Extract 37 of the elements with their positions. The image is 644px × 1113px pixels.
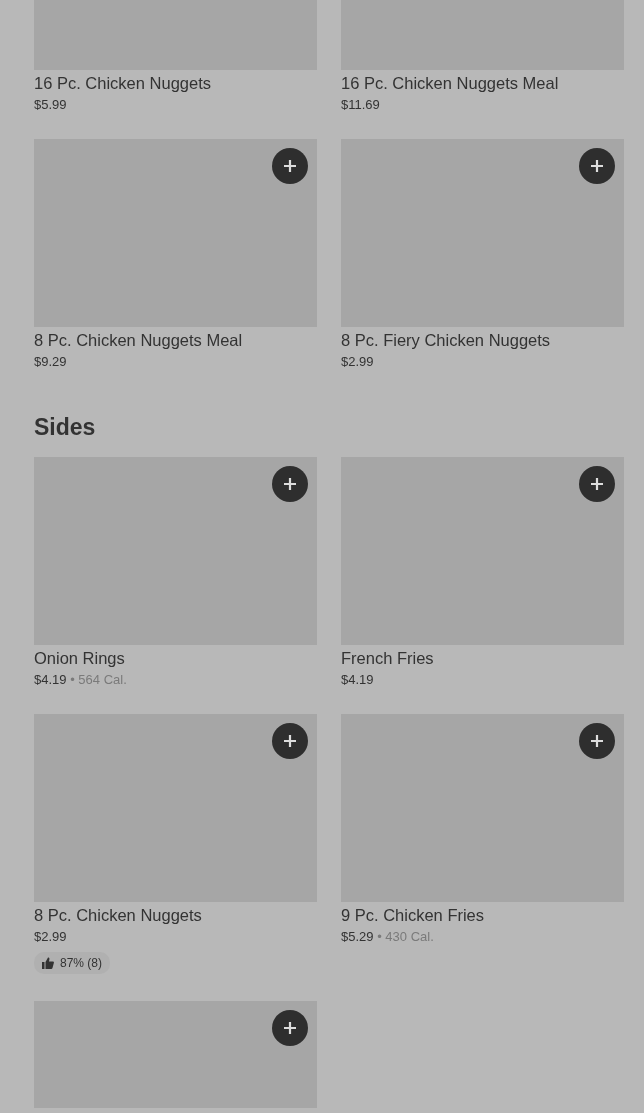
add-button[interactable] xyxy=(579,148,615,184)
item-price: $5.29 xyxy=(341,929,374,944)
item-name: 16 Pc. Chicken Nuggets Meal xyxy=(341,73,560,94)
add-button[interactable] xyxy=(272,723,308,759)
item-price: $11.69 xyxy=(341,97,380,112)
plus-icon xyxy=(590,159,604,173)
item-name: 8 Pc. Chicken Nuggets Meal xyxy=(34,330,244,351)
item-price: $2.99 xyxy=(341,354,374,369)
item-name: French Fries xyxy=(341,648,435,669)
plus-icon xyxy=(283,477,297,491)
item-price: $2.99 xyxy=(34,929,67,944)
item-price: $5.99 xyxy=(34,97,67,112)
item-name: 9 Pc. Chicken Fries xyxy=(341,905,486,926)
add-button[interactable] xyxy=(272,466,308,502)
item-calories: 564 Cal. xyxy=(78,672,127,687)
item-price: $9.29 xyxy=(34,354,67,369)
thumbs-up-icon xyxy=(42,957,54,969)
plus-icon xyxy=(590,734,604,748)
plus-icon xyxy=(283,1021,297,1035)
add-button[interactable] xyxy=(272,1010,308,1046)
item-name: 8 Pc. Fiery Chicken Nuggets xyxy=(341,330,552,351)
plus-icon xyxy=(590,477,604,491)
add-button[interactable] xyxy=(579,466,615,502)
plus-icon xyxy=(283,734,297,748)
item-price: $4.19 xyxy=(341,672,374,687)
add-button[interactable] xyxy=(272,148,308,184)
rating-text: 87% (8) xyxy=(60,955,103,972)
section-heading: Sides xyxy=(34,413,97,442)
separator-dot: • xyxy=(377,929,382,944)
separator-dot: • xyxy=(70,672,75,687)
item-name: 8 Pc. Chicken Nuggets xyxy=(34,905,203,926)
add-button[interactable] xyxy=(579,723,615,759)
plus-icon xyxy=(283,159,297,173)
item-name: 16 Pc. Chicken Nuggets xyxy=(34,73,212,94)
item-price: $4.19 xyxy=(34,672,67,687)
item-name: Onion Rings xyxy=(34,648,126,669)
item-calories: 430 Cal. xyxy=(385,929,434,944)
